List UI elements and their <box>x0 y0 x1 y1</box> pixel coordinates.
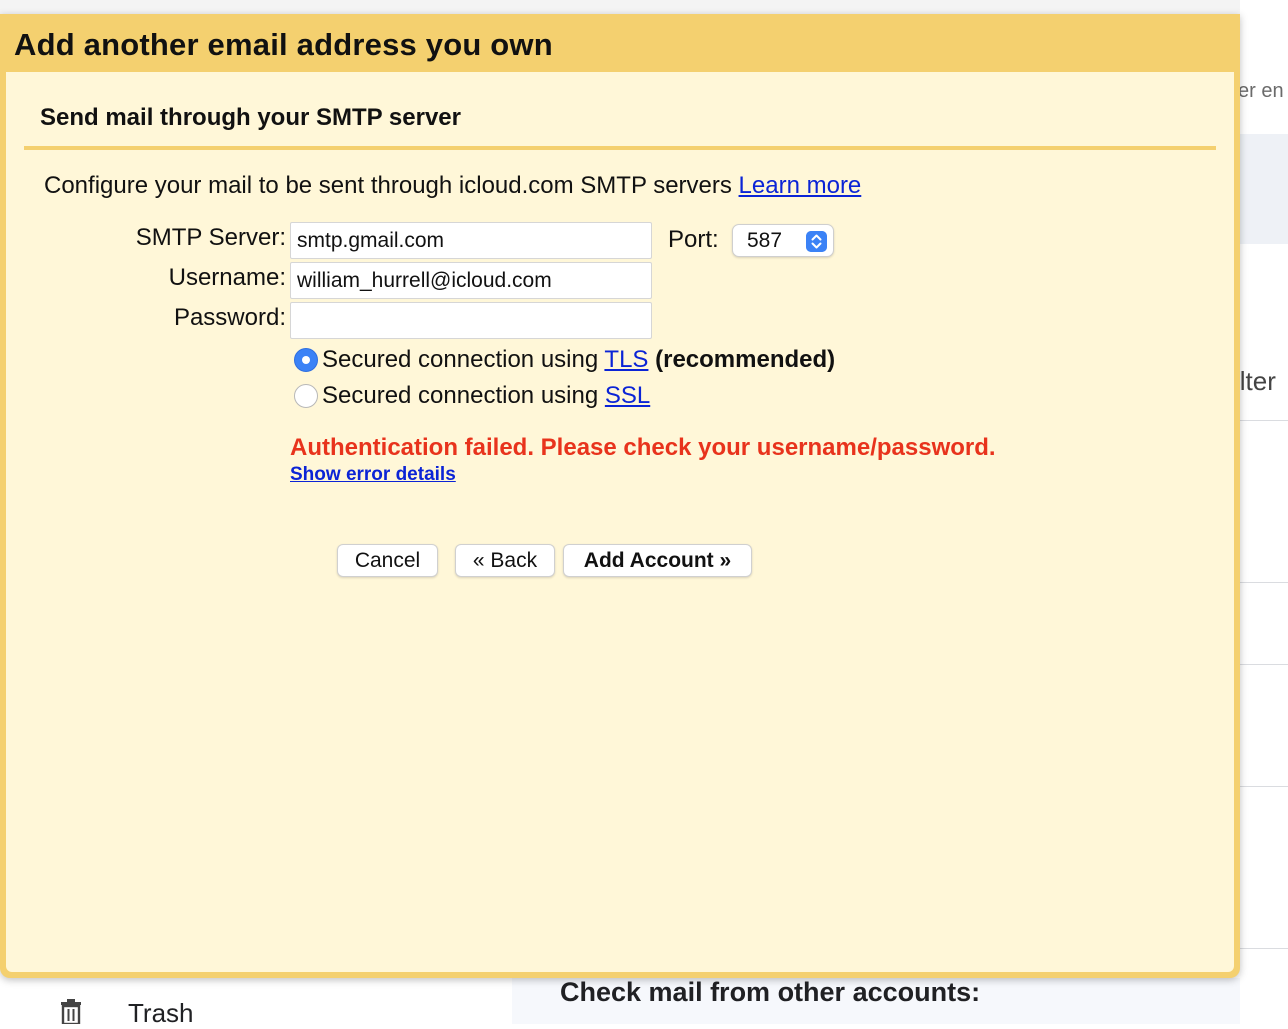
chevron-up-down-icon <box>806 231 827 252</box>
intro-text: Configure your mail to be sent through i… <box>44 172 861 200</box>
port-label: Port: <box>668 226 719 253</box>
port-select[interactable]: 587 <box>732 224 834 257</box>
tls-prefix: Secured connection using <box>322 346 599 373</box>
background-divider <box>1240 786 1288 787</box>
section-title: Send mail through your SMTP server <box>40 104 461 131</box>
background-highlight-row <box>1240 134 1288 244</box>
show-error-details-link[interactable]: Show error details <box>290 464 456 486</box>
background-divider <box>1240 582 1288 583</box>
ssl-link[interactable]: SSL <box>605 382 650 409</box>
smtp-server-input[interactable] <box>290 222 652 259</box>
background-divider <box>1240 420 1288 421</box>
port-value: 587 <box>747 229 783 252</box>
username-label: Username: <box>168 264 286 291</box>
ssl-radio[interactable] <box>294 384 318 408</box>
background-top-bar <box>0 0 1288 15</box>
back-button[interactable]: « Back <box>455 544 555 577</box>
username-input[interactable] <box>290 262 652 299</box>
password-label: Password: <box>173 304 286 331</box>
password-input[interactable] <box>290 302 652 339</box>
check-mail-heading: Check mail from other accounts: <box>560 977 981 1007</box>
tls-recommended: (recommended) <box>655 346 836 373</box>
error-message: Authentication failed. Please check your… <box>290 434 996 461</box>
intro-label: Configure your mail to be sent through i… <box>44 172 732 199</box>
dialog-title: Add another email address you own <box>14 27 553 62</box>
ssl-prefix: Secured connection using <box>322 382 599 409</box>
tls-link[interactable]: TLS <box>604 346 648 373</box>
add-email-dialog: Add another email address you own Send m… <box>0 14 1240 978</box>
background-partial-text: ilter <box>1234 366 1276 396</box>
tls-radio[interactable] <box>294 348 318 372</box>
ssl-option-text: Secured connection using SSL <box>322 382 650 410</box>
dialog-body: Send mail through your SMTP server Confi… <box>6 72 1234 972</box>
section-divider <box>24 146 1216 150</box>
trash-icon[interactable] <box>58 998 84 1024</box>
background-divider <box>1240 948 1288 949</box>
smtp-server-label: SMTP Server: <box>135 224 286 251</box>
learn-more-link[interactable]: Learn more <box>739 172 862 199</box>
background-partial-text: er en <box>1238 80 1284 102</box>
cancel-button[interactable]: Cancel <box>337 544 438 577</box>
background-divider <box>1240 664 1288 665</box>
tls-option-text: Secured connection using TLS (recommende… <box>322 346 835 374</box>
sidebar-item-trash[interactable]: Trash <box>128 998 194 1029</box>
add-account-button[interactable]: Add Account » <box>563 544 752 577</box>
background-right-panel <box>1240 0 1288 1024</box>
